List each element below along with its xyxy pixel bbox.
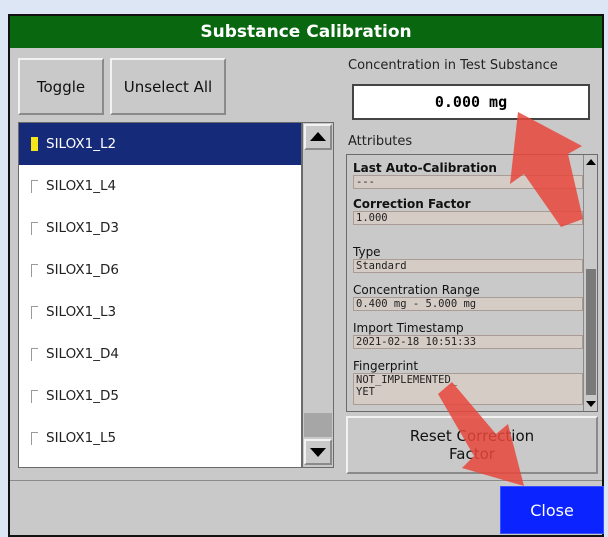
checkbox-icon[interactable] bbox=[31, 221, 38, 235]
concentration-field[interactable]: 0.000 mg bbox=[352, 84, 590, 120]
list-item-label: SILOX1_L3 bbox=[46, 304, 117, 320]
checkbox-checked-icon[interactable] bbox=[31, 137, 38, 151]
unselect-all-button[interactable]: Unselect All bbox=[110, 58, 226, 115]
list-item-label: SILOX1_D3 bbox=[46, 220, 119, 236]
attributes-scrollbar[interactable] bbox=[583, 155, 597, 411]
attr-label-import-timestamp: Import Timestamp bbox=[353, 321, 464, 335]
attr-scroll-down-button[interactable] bbox=[584, 397, 597, 411]
attributes-scroll-thumb[interactable] bbox=[586, 269, 596, 395]
list-item[interactable]: SILOX1_D6 bbox=[19, 249, 301, 291]
list-item[interactable]: SILOX1_D4 bbox=[19, 333, 301, 375]
checkbox-icon[interactable] bbox=[31, 347, 38, 361]
details-panel: Concentration in Test Substance 0.000 mg… bbox=[344, 56, 598, 476]
triangle-down-icon bbox=[586, 401, 596, 407]
attr-label-concentration-range: Concentration Range bbox=[353, 283, 480, 297]
attr-label-last-auto-calibration: Last Auto-Calibration bbox=[353, 161, 497, 175]
footer-divider bbox=[10, 480, 602, 481]
attr-label-fingerprint: Fingerprint bbox=[353, 359, 419, 373]
attr-value-last-auto-calibration: --- bbox=[353, 175, 583, 189]
substance-list[interactable]: SILOX1_L2 SILOX1_L4 SILOX1_D3 SILOX1_D6 … bbox=[18, 122, 302, 468]
list-item[interactable]: SILOX1_L3 bbox=[19, 291, 301, 333]
list-item[interactable]: SILOX1_L5 bbox=[19, 417, 301, 459]
list-item[interactable]: SILOX1_L2 bbox=[19, 123, 301, 165]
attr-value-fingerprint: NOT_IMPLEMENTED_ YET bbox=[353, 373, 583, 405]
checkbox-icon[interactable] bbox=[31, 179, 38, 193]
list-item-label: SILOX1_D6 bbox=[46, 262, 119, 278]
attributes-box[interactable]: Last Auto-Calibration --- Correction Fac… bbox=[346, 154, 598, 412]
close-button[interactable]: Close bbox=[500, 486, 604, 534]
list-scroll-thumb[interactable] bbox=[304, 413, 332, 437]
attr-label-type: Type bbox=[353, 245, 381, 259]
list-item-label: SILOX1_D4 bbox=[46, 346, 119, 362]
attr-value-type: Standard bbox=[353, 259, 583, 273]
attr-value-concentration-range: 0.400 mg - 5.000 mg bbox=[353, 297, 583, 311]
list-item-label: SILOX1_L2 bbox=[46, 136, 117, 152]
checkbox-icon[interactable] bbox=[31, 263, 38, 277]
list-item-label: SILOX1_L5 bbox=[46, 430, 117, 446]
list-item[interactable]: SILOX1_D5 bbox=[19, 375, 301, 417]
attr-label-correction-factor: Correction Factor bbox=[353, 197, 471, 211]
attributes-label: Attributes bbox=[348, 134, 413, 149]
scroll-up-button[interactable] bbox=[304, 124, 332, 150]
attr-value-correction-factor: 1.000 bbox=[353, 211, 583, 225]
substance-calibration-dialog: Substance Calibration Toggle Unselect Al… bbox=[8, 14, 604, 537]
checkbox-icon[interactable] bbox=[31, 389, 38, 403]
dialog-title: Substance Calibration bbox=[10, 16, 602, 48]
attributes-list: Last Auto-Calibration --- Correction Fac… bbox=[353, 159, 583, 405]
list-item-label: SILOX1_D5 bbox=[46, 388, 119, 404]
list-item[interactable]: SILOX1_L4 bbox=[19, 165, 301, 207]
list-item[interactable]: SILOX1_D3 bbox=[19, 207, 301, 249]
list-item-label: SILOX1_L4 bbox=[46, 178, 117, 194]
toggle-button[interactable]: Toggle bbox=[18, 58, 104, 115]
triangle-up-icon bbox=[310, 132, 326, 141]
checkbox-icon[interactable] bbox=[31, 431, 38, 445]
attr-scroll-up-button[interactable] bbox=[584, 155, 597, 169]
attr-value-import-timestamp: 2021-02-18 10:51:33 bbox=[353, 335, 583, 349]
reset-correction-factor-button[interactable]: Reset Correction Factor bbox=[346, 416, 598, 474]
scroll-down-button[interactable] bbox=[304, 439, 332, 465]
triangle-up-icon bbox=[586, 159, 596, 165]
list-scrollbar[interactable] bbox=[302, 122, 334, 468]
triangle-down-icon bbox=[310, 448, 326, 457]
concentration-label: Concentration in Test Substance bbox=[348, 58, 558, 73]
checkbox-icon[interactable] bbox=[31, 305, 38, 319]
